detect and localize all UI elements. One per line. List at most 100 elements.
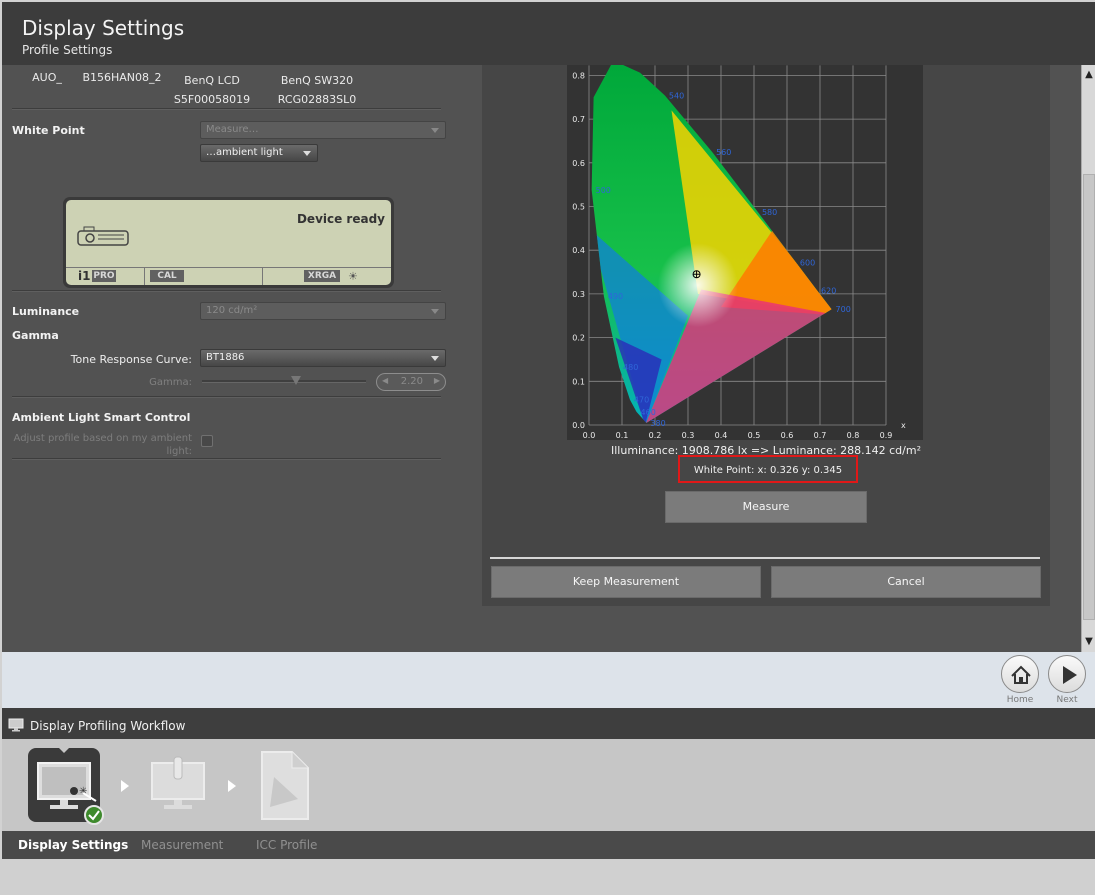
- y-tick-label: 0.5: [572, 203, 585, 212]
- gamma-slider[interactable]: [202, 380, 366, 383]
- tone-curve-label: Tone Response Curve:: [70, 353, 192, 366]
- i1-logo: i1: [78, 269, 91, 283]
- gamma-label: Gamma: [12, 329, 59, 342]
- chevron-right-icon: [228, 780, 236, 792]
- workflow-tabs: Display Settings Measurement ICC Profile: [2, 831, 1095, 859]
- divider: [144, 267, 145, 285]
- cie-chromaticity-chart: 380 460 470 480 490 500 540 560 580 600 620 700 0.0…: [567, 65, 923, 440]
- gamma-spinbox[interactable]: ◀ 2.20 ▶: [376, 373, 446, 391]
- ambient-checkbox-label: Adjust profile based on my ambient light…: [2, 432, 192, 458]
- tab-measurement[interactable]: Measurement: [141, 838, 223, 852]
- y-tick-label: 0.2: [572, 334, 585, 343]
- pro-chip: PRO: [92, 270, 116, 282]
- y-tick-label: 0.0: [572, 421, 585, 430]
- colorimeter-icon: [76, 226, 132, 252]
- next-button[interactable]: [1048, 655, 1086, 693]
- tone-curve-select[interactable]: BT1886: [200, 349, 446, 367]
- wavelength-label: 540: [669, 92, 684, 101]
- wavelength-label: 700: [836, 305, 851, 314]
- divider: [490, 557, 1040, 559]
- wavelength-label: 500: [596, 186, 611, 195]
- cal-chip: CAL: [150, 270, 184, 282]
- page-subtitle: Profile Settings: [22, 43, 113, 57]
- xrga-chip: XRGA: [304, 270, 340, 282]
- wavelength-label: 560: [716, 148, 731, 157]
- device-lcd-display: Device ready i1 PRO CAL XRGA ☀: [63, 197, 394, 288]
- icc-profile-step[interactable]: [252, 747, 322, 827]
- wavelength-label: 620: [821, 286, 836, 295]
- scroll-up-icon[interactable]: ▲: [1082, 67, 1095, 83]
- ambient-checkbox-label-line: light:: [166, 446, 192, 457]
- cancel-button[interactable]: Cancel: [771, 566, 1041, 598]
- luminance-label: Luminance: [12, 305, 80, 318]
- display-settings-step[interactable]: ✳: [18, 739, 108, 829]
- y-tick-label: 0.1: [572, 377, 585, 386]
- status-bar: [0, 859, 1095, 895]
- gamma-value-label: Gamma:: [149, 377, 192, 388]
- x-tick-label: 0.4: [715, 431, 728, 440]
- y-tick-label: 0.7: [572, 115, 585, 124]
- luminance-select[interactable]: 120 cd/m²: [200, 302, 446, 320]
- home-icon: [1011, 665, 1031, 684]
- measure-select[interactable]: Measure…: [200, 121, 446, 139]
- device-item[interactable]: AUO_: [30, 71, 64, 84]
- measurement-step[interactable]: [142, 747, 222, 827]
- measurement-icon: [151, 756, 205, 809]
- tone-curve-select-value: BT1886: [206, 352, 245, 363]
- measure-button[interactable]: Measure: [665, 491, 867, 523]
- chevron-left-icon[interactable]: ◀: [382, 376, 388, 385]
- play-icon: [1063, 666, 1077, 684]
- device-status: Device ready: [296, 212, 385, 226]
- gamma-slider-handle[interactable]: [291, 376, 301, 385]
- gamma-spinbox-value: 2.20: [400, 376, 423, 387]
- wavelength-label: 490: [608, 292, 623, 301]
- y-tick-label: 0.6: [572, 159, 585, 168]
- device-item[interactable]: B156HAN08_2: [82, 71, 162, 84]
- lcd-status-bar: i1 PRO CAL XRGA ☀: [66, 267, 391, 285]
- workflow-steps: ✳: [2, 739, 1095, 831]
- next-label: Next: [1056, 695, 1078, 705]
- white-point-label: White Point: [12, 124, 85, 137]
- y-tick-label: 0.3: [572, 290, 585, 299]
- tab-display-settings[interactable]: Display Settings: [18, 838, 128, 852]
- scrollbar-thumb[interactable]: [1083, 174, 1095, 620]
- y-tick-label: 0.8: [572, 71, 585, 80]
- luminance-select-value: 120 cd/m²: [206, 305, 258, 316]
- chevron-down-icon: [431, 128, 439, 133]
- divider: [12, 458, 441, 460]
- monitor-icon: [8, 718, 24, 732]
- x-axis-label: x: [901, 421, 906, 430]
- x-tick-label: 0.7: [814, 431, 827, 440]
- keep-measurement-button[interactable]: Keep Measurement: [491, 566, 761, 598]
- home-button[interactable]: [1001, 655, 1039, 693]
- x-tick-label: 0.0: [583, 431, 596, 440]
- wavelength-label: 480: [623, 363, 638, 372]
- wavelength-label: 580: [762, 208, 777, 217]
- device-serial: RCG02883SL0: [277, 93, 357, 106]
- divider: [262, 267, 263, 285]
- tab-icc-profile[interactable]: ICC Profile: [256, 838, 317, 852]
- home-label: Home: [1006, 695, 1034, 705]
- spectral-locus-fill: [591, 65, 832, 423]
- x-tick-label: 0.2: [649, 431, 662, 440]
- icc-profile-icon: [261, 751, 309, 820]
- vertical-scrollbar[interactable]: ▲ ▼: [1081, 65, 1095, 652]
- y-tick-label: 0.4: [572, 246, 585, 255]
- main-content: AUO_ B156HAN08_2 BenQ LCD S5F00058019 Be…: [2, 65, 1095, 652]
- white-point-highlight: White Point: x: 0.326 y: 0.345: [678, 455, 858, 483]
- ambient-adjust-checkbox[interactable]: [201, 435, 213, 447]
- device-item[interactable]: BenQ SW320 RCG02883SL0: [275, 71, 359, 109]
- divider: [12, 108, 441, 110]
- scroll-down-icon[interactable]: ▼: [1082, 634, 1095, 650]
- wavelength-label: 470: [634, 396, 649, 405]
- white-point-readout: White Point: x: 0.326 y: 0.345: [693, 465, 843, 476]
- device-item[interactable]: BenQ LCD S5F00058019: [172, 71, 252, 109]
- divider: [12, 396, 441, 398]
- x-tick-label: 0.1: [616, 431, 629, 440]
- x-tick-label: 0.3: [682, 431, 695, 440]
- ambient-light-select[interactable]: …ambient light: [200, 144, 318, 162]
- chevron-right-icon: [121, 780, 129, 792]
- chevron-right-icon[interactable]: ▶: [434, 376, 440, 385]
- ambient-light-select-value: …ambient light: [206, 147, 283, 158]
- device-name: AUO_: [32, 71, 62, 84]
